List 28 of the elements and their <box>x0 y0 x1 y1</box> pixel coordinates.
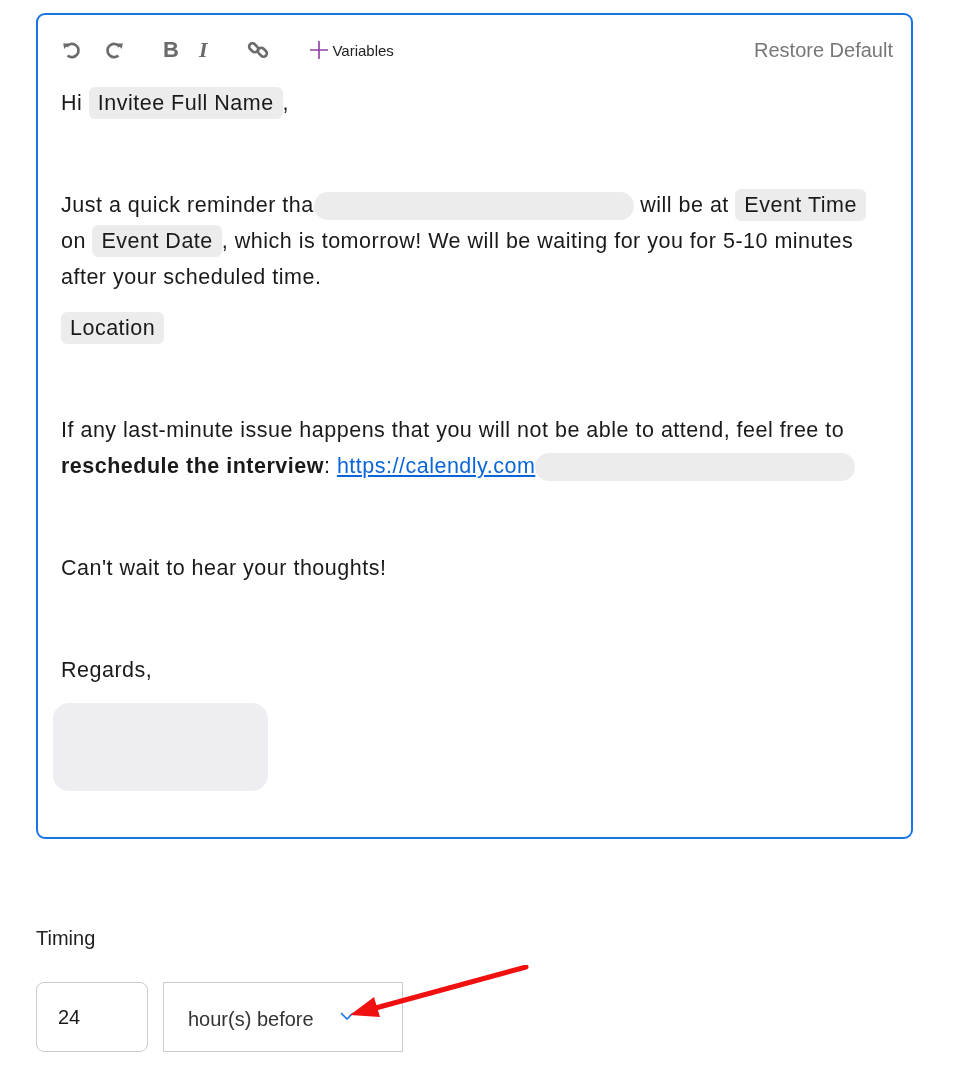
body-text: Hi <box>61 91 83 115</box>
body-text: , <box>282 91 290 115</box>
variable-tag[interactable]: Event Date <box>92 225 222 257</box>
body-text: reschedule the interview <box>61 454 324 478</box>
restore-default-button[interactable]: Restore Default <box>754 38 893 62</box>
link[interactable]: https://calendly.com <box>336 454 536 478</box>
chevron-down-icon <box>339 1012 354 1020</box>
unit-dropdown[interactable]: hour(s) before <box>163 982 403 1052</box>
variable-tag[interactable]: Event Time <box>735 189 866 221</box>
link-icon[interactable] <box>247 39 270 61</box>
amount-field[interactable]: 24 <box>36 982 148 1052</box>
variable-tag[interactable]: Location <box>61 312 165 344</box>
timing-label: Timing <box>36 927 97 950</box>
variable-tag[interactable]: Invitee Full Name <box>88 87 283 119</box>
body-text: Just a quick reminder tha <box>61 193 314 217</box>
body-text: If any last-minute issue happens that you will not be able to attend, feel free to <box>61 418 845 442</box>
variables-button[interactable]: Variables <box>309 40 394 60</box>
body-text: after your scheduled time. <box>61 265 322 289</box>
body-text: Regards, <box>61 658 153 682</box>
text-editor[interactable] <box>36 13 913 839</box>
body-text: on <box>61 229 86 253</box>
body-text: , which is tomorrow! We will be waiting for you for 5-10 minutes <box>221 229 854 253</box>
italic-button[interactable]: I <box>198 37 208 63</box>
body-text: Can't wait to hear your thoughts! <box>61 556 387 580</box>
plus-icon <box>309 40 330 60</box>
bold-button[interactable]: B <box>163 37 179 63</box>
body-text: will be at <box>640 193 729 217</box>
body-text: : <box>323 454 331 478</box>
